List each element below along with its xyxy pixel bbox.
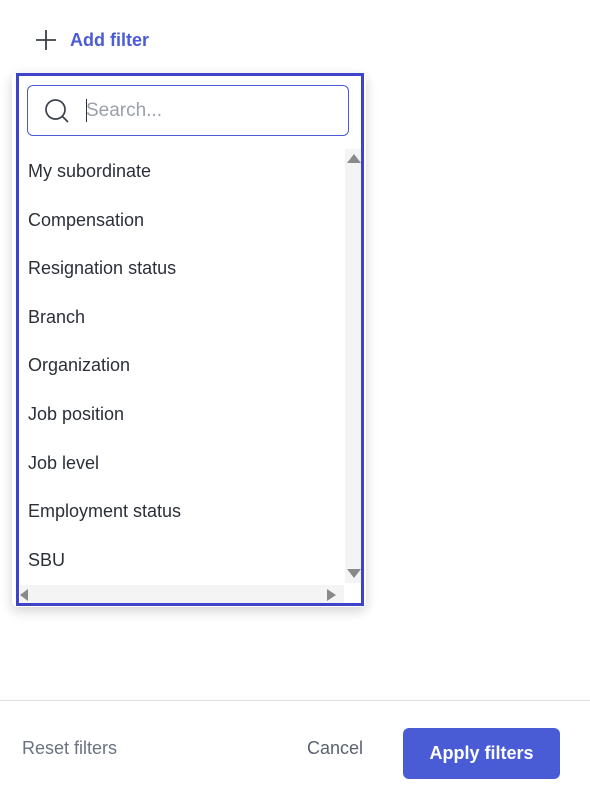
- add-filter-label: Add filter: [70, 29, 149, 50]
- scroll-down-arrow-icon[interactable]: [347, 569, 361, 578]
- list-item-compensation[interactable]: Compensation: [20, 196, 344, 245]
- list-item-job-position[interactable]: Job position: [20, 390, 344, 439]
- scroll-up-arrow-icon[interactable]: [347, 154, 361, 163]
- list-item-organization[interactable]: Organization: [20, 341, 344, 390]
- list-item-job-level[interactable]: Job level: [20, 439, 344, 488]
- search-input[interactable]: [86, 99, 316, 122]
- plus-icon: [36, 30, 56, 50]
- list-item-employment-status[interactable]: Employment status: [20, 487, 344, 536]
- reset-filters-button[interactable]: Reset filters: [22, 738, 117, 759]
- horizontal-scrollbar[interactable]: [20, 585, 344, 603]
- filter-panel: Add filter My subordinate Compensation R…: [0, 0, 590, 793]
- cancel-button[interactable]: Cancel: [307, 738, 363, 759]
- search-field[interactable]: [27, 85, 349, 136]
- search-icon: [45, 98, 69, 123]
- list-item-branch[interactable]: Branch: [20, 293, 344, 342]
- list-item-my-subordinate[interactable]: My subordinate: [20, 147, 344, 196]
- add-filter-button[interactable]: Add filter: [34, 28, 149, 52]
- list-item-sbu[interactable]: SBU: [20, 536, 344, 585]
- text-cursor: [86, 99, 87, 122]
- footer-divider: [0, 700, 590, 701]
- scroll-right-arrow-icon[interactable]: [327, 589, 336, 601]
- apply-filters-button[interactable]: Apply filters: [403, 728, 560, 779]
- vertical-scrollbar[interactable]: [345, 149, 361, 583]
- list-item-resignation-status[interactable]: Resignation status: [20, 244, 344, 293]
- scroll-left-arrow-icon[interactable]: [20, 589, 28, 601]
- filter-options-list[interactable]: My subordinate Compensation Resignation …: [20, 147, 344, 587]
